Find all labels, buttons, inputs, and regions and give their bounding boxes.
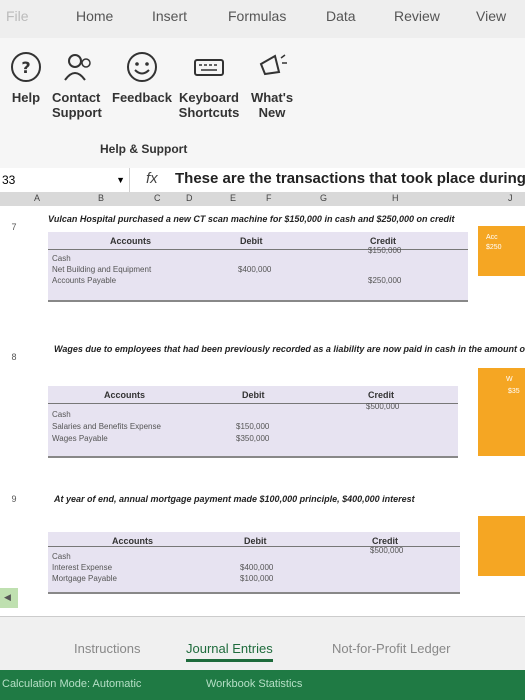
debit-cell: $350,000 [236,434,270,443]
account-cell: Mortgage Payable [52,574,117,583]
scroll-left-button[interactable]: ◀ [0,588,18,608]
keyboard-shortcuts-button[interactable]: Keyboard Shortcuts [176,50,242,120]
credit-cell: $150,000 [368,246,402,255]
accounts-header: Accounts [110,236,152,246]
workbook-statistics-status[interactable]: Workbook Statistics [206,678,302,690]
chevron-down-icon[interactable]: ▼ [116,168,125,192]
smiley-icon [127,52,157,82]
account-cell: Cash [52,552,71,561]
calculation-mode-status[interactable]: Calculation Mode: Automatic [2,678,141,690]
transaction-text: At year of end, annual mortgage payment … [54,494,415,504]
tab-insert[interactable]: Insert [152,8,187,24]
tab-review[interactable]: Review [394,8,440,24]
column-header[interactable]: E [230,193,236,203]
contact-support-button[interactable]: Contact Support [52,50,106,120]
debit-header: Debit [240,236,263,246]
help-label: Help [11,90,41,105]
accounts-header: Accounts [104,390,146,400]
debit-cell: $400,000 [240,563,274,572]
transaction-text: Wages due to employees that had been pre… [54,344,525,354]
side-text: $250 [486,244,502,251]
account-cell: Accounts Payable [52,276,117,285]
credit-cell: $500,000 [366,402,400,411]
account-cell: Interest Expense [52,563,113,572]
status-bar: Calculation Mode: Automatic Workbook Sta… [0,670,525,700]
account-cell: Wages Payable [52,434,108,443]
row-number: 8 [11,352,17,362]
side-text: Acc [486,234,498,241]
row-number: 7 [11,222,17,232]
debit-cell: $100,000 [240,574,274,583]
ribbon-tabs: File Home Insert Formulas Data Review Vi… [0,0,525,38]
credit-header: Credit [368,390,395,400]
help-button[interactable]: ? Help [4,50,48,105]
column-header[interactable]: C [154,193,161,203]
ribbon: ? Help Contact Support Feedback Keyboard… [0,38,525,169]
keyboard-shortcuts-label: Keyboard Shortcuts [178,90,240,120]
scroll-left-icon: ◀ [4,592,11,602]
debit-cell: $150,000 [236,422,270,431]
worksheet[interactable]: 7 Vulcan Hospital purchased a new CT sca… [0,206,525,616]
fx-icon[interactable]: fx [146,170,158,187]
journal-table: Accounts Debit Credit Cash $500,000 Inte… [48,532,460,594]
formula-input[interactable]: These are the transactions that took pla… [175,170,525,187]
column-header[interactable]: F [266,193,272,203]
contact-support-label: Contact Support [52,90,102,120]
column-header[interactable]: B [98,193,104,203]
sheet-tab-not-for-profit-ledger[interactable]: Not-for-Profit Ledger [332,641,451,656]
side-text: W [506,376,513,383]
tab-data[interactable]: Data [326,8,356,24]
account-cell: Net Building and Equipment [52,265,152,274]
tab-home[interactable]: Home [76,8,113,24]
whats-new-label: What's New [250,90,294,120]
account-cell: Salaries and Benefits Expense [52,422,161,431]
column-header[interactable]: J [508,193,513,203]
cell-ref: 33 [2,173,16,187]
column-header[interactable]: G [320,193,327,203]
header-divider [48,249,468,250]
help-support-group-label: Help & Support [100,142,188,156]
debit-header: Debit [242,390,265,400]
credit-cell: $500,000 [370,546,404,555]
journal-table: Accounts Debit Credit Cash $500,000 Sala… [48,386,458,458]
column-headers: A B C D E F G H J [0,192,525,207]
whats-new-button[interactable]: What's New [246,50,298,120]
megaphone-icon [259,54,287,76]
side-text: $35 [508,388,520,395]
question-circle-icon: ? [11,52,41,82]
sheet-tab-journal-entries[interactable]: Journal Entries [186,641,273,662]
highlight-cell [478,516,525,576]
keyboard-icon [194,59,224,76]
credit-cell: $250,000 [368,276,402,285]
column-header[interactable]: D [186,193,193,203]
row-number: 9 [11,494,17,504]
formula-bar: 33 ▼ fx These are the transactions that t… [0,168,525,193]
credit-header: Credit [372,536,399,546]
credit-header: Credit [370,236,397,246]
sheet-tabs: Instructions Journal Entries Not-for-Pro… [0,616,525,671]
account-cell: Cash [52,410,71,419]
highlight-cell: Acc $250 [478,226,525,276]
debit-header: Debit [244,536,267,546]
tab-view[interactable]: View [476,8,506,24]
tab-file[interactable]: File [6,8,29,24]
column-header[interactable]: A [34,193,40,203]
transaction-text: Vulcan Hospital purchased a new CT scan … [48,214,455,224]
people-icon [64,54,91,81]
debit-cell: $400,000 [238,265,272,274]
feedback-button[interactable]: Feedback [110,50,174,105]
account-cell: Cash [52,254,71,263]
feedback-label: Feedback [112,90,172,105]
sheet-tab-instructions[interactable]: Instructions [74,641,140,656]
name-box[interactable]: 33 ▼ [0,168,130,192]
svg-text:?: ? [21,58,30,77]
tab-formulas[interactable]: Formulas [228,8,286,24]
journal-table: Accounts Debit Credit Cash $150,000 Net … [48,232,468,302]
accounts-header: Accounts [112,536,154,546]
highlight-cell: W $35 [478,368,525,456]
column-header[interactable]: H [392,193,399,203]
